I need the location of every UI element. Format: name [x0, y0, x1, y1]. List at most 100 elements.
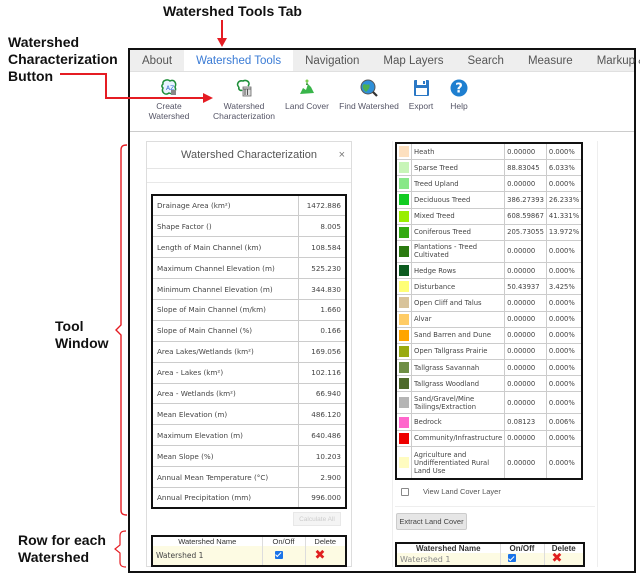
land-cover-area: 0.00000: [504, 326, 547, 344]
column-header-delete: Delete: [543, 543, 584, 553]
tab-markup-printing[interactable]: Markup & Printing: [585, 50, 640, 71]
characterization-label: Length of Main Channel (km): [151, 236, 299, 259]
land-cover-class: Sand/Gravel/Mine Tailings/Extraction: [410, 391, 506, 415]
find-watershed-button[interactable]: Find Watershed: [338, 78, 400, 111]
land-cover-class: Sand Barren and Dune: [410, 326, 506, 344]
characterization-value: 1.660: [297, 298, 347, 321]
land-cover-class: Deciduous Treed: [410, 191, 506, 209]
land-cover-swatch: [399, 265, 409, 277]
extract-land-cover-button[interactable]: Extract Land Cover: [396, 513, 467, 530]
land-cover-area: 205.73055: [504, 223, 547, 241]
view-land-cover-checkbox[interactable]: [401, 487, 409, 496]
land-cover-percent: 0.000%: [545, 445, 583, 480]
tab-about[interactable]: About: [130, 50, 184, 71]
tab-watershed-tools[interactable]: Watershed Tools: [184, 50, 294, 71]
create-watershed-label: Watershed: [148, 111, 190, 121]
land-cover-class: Treed Upland: [410, 175, 506, 193]
close-icon[interactable]: ×: [339, 142, 345, 168]
land-cover-swatch: [399, 245, 409, 257]
land-cover-percent: 0.000%: [545, 375, 583, 393]
land-cover-percent: 0.000%: [545, 391, 583, 415]
arrow-head: [217, 38, 227, 47]
land-cover-swatch: [399, 416, 409, 428]
land-cover-percent: 0.006%: [545, 413, 583, 431]
characterization-label: Watershed: [223, 101, 265, 111]
annotation-line: Button: [8, 68, 54, 84]
globe-search-icon: [360, 79, 378, 97]
land-cover-table: Heath 0.00000 0.000% Sparse Treed 88.83045 6.…: [395, 142, 584, 481]
land-cover-class: Open Cliff and Talus: [410, 294, 506, 312]
land-cover-area: 0.00000: [504, 391, 547, 415]
land-cover-percent: 6.033%: [545, 158, 583, 177]
characterization-value: 8.005: [297, 215, 347, 238]
column-header-on-off: On/Off: [499, 543, 544, 553]
characterization-value: 66.940: [297, 382, 347, 405]
land-cover-area: 0.00000: [504, 142, 547, 160]
land-cover-area: 0.00000: [504, 429, 547, 447]
land-cover-area: 0.00000: [504, 375, 547, 393]
land-cover-class: Agriculture and Undifferentiated Rural L…: [410, 445, 506, 480]
land-cover-swatch: [399, 329, 409, 341]
panel-title-text: Watershed Characterization: [181, 149, 317, 161]
characterization-row: Area - Lakes (km²) 102.116: [151, 361, 347, 384]
watershed-characterization-button[interactable]: Watershed Characterization: [210, 78, 278, 121]
create-watershed-label: Create: [156, 101, 182, 111]
land-cover-percent: 0.000%: [545, 239, 583, 263]
land-cover-area: 0.00000: [504, 261, 547, 280]
characterization-value: 1472.886: [297, 194, 347, 217]
land-cover-swatch: [399, 397, 409, 409]
land-cover-row: Sand Barren and Dune 0.00000 0.000%: [395, 326, 583, 344]
tab-map-layers[interactable]: Map Layers: [371, 50, 455, 71]
characterization-row: Shape Factor () 8.005: [151, 215, 347, 238]
land-cover-row: Plantations - Treed Cultivated 0.00000 0.0…: [395, 239, 583, 263]
characterization-row: Maximum Channel Elevation (m) 525.230: [151, 257, 347, 280]
land-cover-swatch: [399, 162, 409, 174]
create-watershed-button[interactable]: AZ Create Watershed: [144, 78, 194, 121]
land-cover-swatch: [399, 146, 409, 157]
annotation-line: Characterization: [8, 51, 118, 67]
land-cover-area: 0.08123: [504, 413, 547, 431]
create-watershed-icon: AZ: [161, 79, 177, 95]
delete-icon[interactable]: ✖: [552, 551, 563, 566]
divider: [395, 506, 595, 507]
land-cover-row: Alvar 0.00000 0.000%: [395, 310, 583, 328]
watershed-list-table: Watershed Name On/Off Delete Watershed 1…: [151, 535, 347, 567]
land-cover-class: Coniferous Treed: [410, 223, 506, 241]
characterization-value: 2.900: [297, 466, 347, 488]
tab-measure[interactable]: Measure: [516, 50, 585, 71]
characterization-row: Drainage Area (km²) 1472.886: [151, 194, 347, 217]
watershed-row: Watershed 1 ✖: [151, 546, 346, 566]
land-cover-button[interactable]: Land Cover: [284, 78, 330, 111]
characterization-value: 525.230: [297, 257, 347, 280]
characterization-row: Mean Elevation (m) 486.120: [151, 403, 347, 426]
panel-title: Watershed Characterization ×: [147, 142, 351, 169]
characterization-value: 344.830: [297, 278, 347, 300]
calculate-all-button[interactable]: Calculate All: [293, 512, 341, 526]
land-cover-swatch: [399, 226, 409, 238]
tab-search[interactable]: Search: [456, 50, 516, 71]
land-cover-class: Tallgrass Savannah: [410, 359, 506, 377]
view-land-cover-layer[interactable]: View Land Cover Layer: [401, 487, 501, 496]
watershed-visibility-checkbox[interactable]: [507, 554, 516, 562]
view-land-cover-label: View Land Cover Layer: [423, 487, 501, 496]
characterization-label: Area - Wetlands (km²): [151, 382, 299, 405]
annotation-row-each-watershed: Row for each Watershed: [18, 532, 106, 566]
characterization-label: Slope of Main Channel (m/km): [151, 298, 299, 321]
characterization-value: 996.000: [297, 486, 347, 509]
land-cover-area: 88.83045: [504, 158, 547, 177]
characterization-value: 102.116: [297, 361, 347, 384]
column-header-name: Watershed Name: [395, 543, 500, 553]
land-cover-class: Disturbance: [410, 278, 506, 296]
floppy-disk-icon: [414, 80, 429, 96]
help-button[interactable]: ? Help: [446, 78, 472, 111]
annotation-tool-window: Tool Window: [55, 318, 109, 352]
land-cover-area: 0.00000: [504, 359, 547, 377]
watershed-visibility-checkbox[interactable]: [274, 550, 283, 559]
land-cover-percent: 0.000%: [545, 359, 583, 377]
tab-navigation[interactable]: Navigation: [293, 50, 371, 71]
delete-icon[interactable]: ✖: [315, 548, 326, 563]
land-cover-percent: 0.000%: [545, 342, 583, 361]
export-button[interactable]: Export: [406, 78, 436, 111]
characterization-label: Characterization: [213, 111, 275, 121]
characterization-row: Maximum Elevation (m) 640.486: [151, 424, 347, 447]
